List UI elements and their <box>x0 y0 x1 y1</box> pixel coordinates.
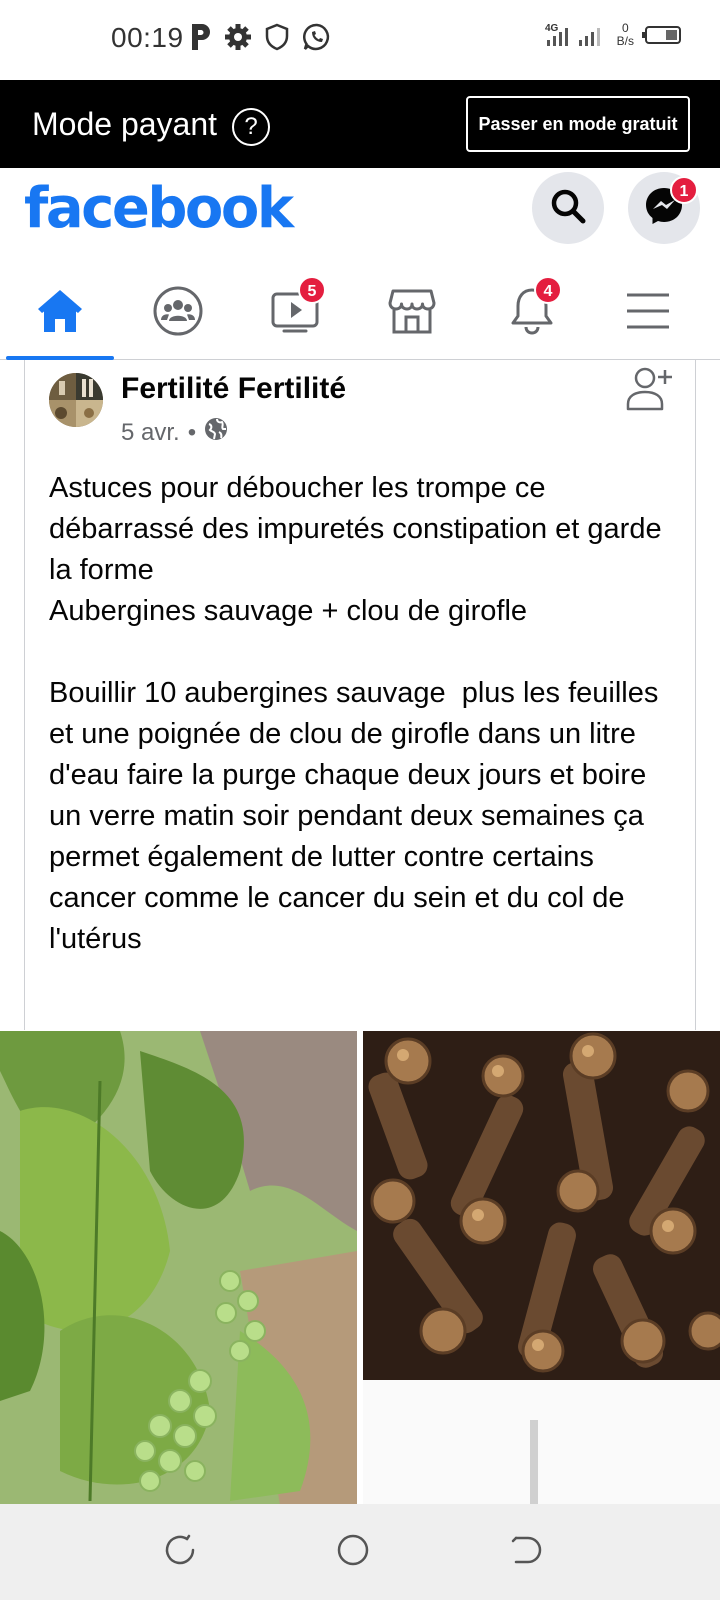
paid-mode-bar: Mode payant ? Passer en mode gratuit <box>0 80 720 168</box>
facebook-logo[interactable]: facebook <box>24 176 294 241</box>
whatsapp-icon <box>302 22 332 52</box>
globe-icon <box>204 417 228 448</box>
network-speed: 0 B/s <box>617 22 634 48</box>
author-avatar[interactable] <box>49 373 103 427</box>
tab-menu[interactable] <box>588 268 708 358</box>
post-meta: 5 avr. • <box>121 417 228 448</box>
post-date[interactable]: 5 avr. <box>121 419 180 447</box>
hamburger-menu-icon <box>625 291 671 336</box>
main-nav: 5 4 <box>0 268 720 360</box>
tab-marketplace[interactable] <box>352 268 472 358</box>
parking-icon <box>190 22 212 52</box>
tab-groups[interactable] <box>118 268 238 358</box>
svg-text:4G: 4G <box>545 23 559 34</box>
back-button[interactable] <box>507 1534 543 1570</box>
recents-icon <box>163 1533 197 1572</box>
shield-icon <box>264 23 290 51</box>
system-nav-bar <box>0 1504 720 1600</box>
recents-button[interactable] <box>162 1534 198 1570</box>
home-button[interactable] <box>335 1534 371 1570</box>
tab-watch[interactable]: 5 <box>236 268 356 358</box>
post-author[interactable]: Fertilité Fertilité <box>121 372 346 406</box>
add-friend-button[interactable] <box>625 364 675 419</box>
status-icons-right: 4G 0 B/s <box>545 22 682 48</box>
paid-mode-label: Mode payant <box>32 106 218 142</box>
meta-separator: • <box>187 418 197 446</box>
help-icon[interactable]: ? <box>232 108 270 146</box>
post: Fertilité Fertilité 5 avr. • Astuces pou… <box>24 360 696 1030</box>
settings-icon <box>224 23 252 51</box>
home-icon <box>35 287 85 340</box>
status-time: 00:19 <box>111 22 184 53</box>
search-button[interactable] <box>532 172 604 244</box>
status-icons-left <box>190 22 332 52</box>
speed-unit: B/s <box>616 34 634 48</box>
messenger-button[interactable]: 1 <box>628 172 700 244</box>
switch-to-free-button[interactable]: Passer en mode gratuit <box>466 96 690 152</box>
watch-badge: 5 <box>298 276 326 304</box>
home-circle-icon <box>336 1533 370 1572</box>
battery-icon <box>642 24 682 46</box>
notifications-badge: 4 <box>534 276 562 304</box>
signal-icon: 4G <box>545 22 609 48</box>
marketplace-icon <box>387 287 437 340</box>
status-bar: 00:19 4G 0 B/s <box>0 0 720 80</box>
post-photo-eggplant[interactable] <box>0 1031 357 1505</box>
post-text: Astuces pour déboucher les trompe ce déb… <box>49 472 662 955</box>
tab-notifications[interactable]: 4 <box>472 268 592 358</box>
post-photo-cloves[interactable] <box>363 1031 720 1380</box>
tab-home[interactable] <box>0 268 120 360</box>
post-photo-third[interactable] <box>363 1380 720 1505</box>
app-header: facebook 1 <box>0 168 720 268</box>
add-friend-icon <box>625 367 675 418</box>
search-icon <box>548 186 588 231</box>
back-icon <box>508 1533 542 1572</box>
groups-icon <box>152 285 204 342</box>
messenger-badge: 1 <box>670 176 698 204</box>
